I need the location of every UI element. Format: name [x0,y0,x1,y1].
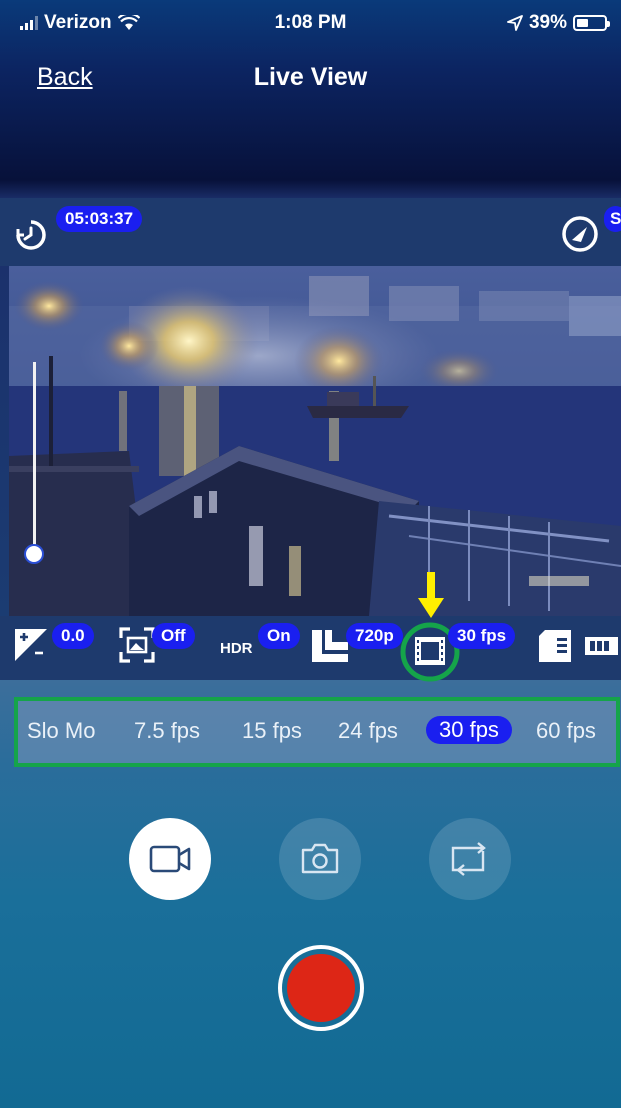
battery-percent: 39% [528,12,567,33]
photo-camera-icon [301,843,339,874]
flip-camera-button[interactable] [429,818,511,900]
nav-bar: Back Live View [0,55,621,100]
settings-strip: 0.0 Off HDR On 720p 30 fps [0,616,621,682]
exposure-slider-track[interactable] [33,362,36,554]
fps-option-60[interactable]: 60 fps [536,718,596,744]
location-arrow-icon [507,15,523,31]
fps-option-24[interactable]: 24 fps [338,718,398,744]
exposure-compensation-icon[interactable] [14,628,48,662]
timer-icon [16,220,46,250]
sd-card-icon [539,630,571,662]
ev-value: 0.0 [52,623,94,649]
resolution-icon[interactable] [310,626,350,664]
status-bar: Verizon 1:08 PM 39% [0,0,621,40]
record-button[interactable] [278,945,364,1031]
fps-option-7-5[interactable]: 7.5 fps [134,718,200,744]
live-view-screen: Verizon 1:08 PM 39% Back Live View 05:03… [0,0,621,1108]
exposure-slider-thumb[interactable] [24,544,44,564]
battery-icon [573,15,610,31]
video-mode-button[interactable] [129,818,211,900]
flip-camera-icon [451,842,486,876]
protune-value: Off [152,623,195,649]
fps-value: 30 fps [448,623,516,649]
hdr-value: On [258,623,300,649]
fps-option-30-selected[interactable]: 30 fps [426,716,512,744]
resolution-value: 720p [346,623,403,649]
fps-option-15[interactable]: 15 fps [242,718,302,744]
fps-option-slo-mo[interactable]: Slo Mo [27,718,95,744]
video-camera-icon [149,845,191,873]
page-title: Live View [253,63,368,91]
arrow-down-icon [418,572,444,618]
photo-mode-button[interactable] [279,818,361,900]
protune-icon[interactable] [118,626,156,664]
record-dot-icon [287,954,355,1022]
compass-icon[interactable] [560,214,600,254]
fps-selector-bar: Slo Mo 7.5 fps 15 fps 24 fps 30 fps 60 f… [14,697,620,767]
camera-preview [9,266,621,616]
status-badge: S [604,206,621,232]
recording-timer-row: 05:03:37 S [0,198,621,266]
harbor-night-scene-image [9,266,621,616]
hdr-label: HDR [220,640,253,657]
timer-value: 05:03:37 [56,206,143,232]
camera-battery-icon [585,637,618,655]
